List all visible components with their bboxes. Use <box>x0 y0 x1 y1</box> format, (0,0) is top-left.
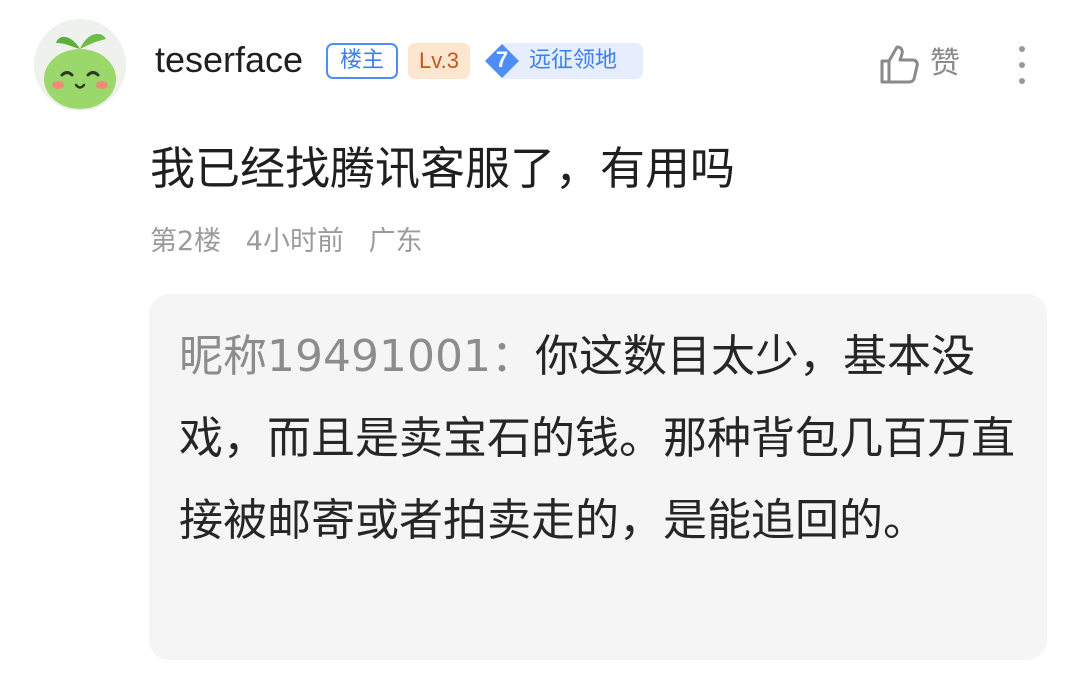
more-options-button[interactable] <box>1004 40 1040 90</box>
post-time: 4小时前 <box>245 226 344 257</box>
like-button[interactable]: 赞 <box>878 38 978 90</box>
vertical-ellipsis-icon <box>1019 78 1025 84</box>
username[interactable]: teserface <box>155 38 303 82</box>
reply-content: 我已经找腾讯客服了，有用吗 <box>150 142 736 195</box>
quoted-reply[interactable]: 昵称19491001：你这数目太少，基本没戏，而且是卖宝石的钱。那种背包几百万直… <box>149 294 1047 660</box>
avatar-image <box>44 33 116 109</box>
ip-location: 广东 <box>368 226 423 257</box>
thumbs-up-icon <box>880 45 919 84</box>
guild-name: 远征领地 <box>529 48 618 73</box>
guild-badge[interactable]: 7 远征领地 <box>481 42 643 80</box>
owner-badge: 楼主 <box>326 43 398 79</box>
guild-level-number: 7 <box>495 47 509 72</box>
avatar[interactable] <box>34 19 126 111</box>
floor-number: 第2楼 <box>150 226 222 257</box>
vertical-ellipsis-icon <box>1019 62 1025 68</box>
level-badge: Lv.3 <box>408 43 470 79</box>
quoted-reply-body: 昵称19491001：你这数目太少，基本没戏，而且是卖宝石的钱。那种背包几百万直… <box>179 316 1019 562</box>
vertical-ellipsis-icon <box>1019 46 1025 52</box>
quoted-reply-author[interactable]: 昵称19491001： <box>179 331 535 382</box>
reply-meta: 第2楼 4小时前 广东 <box>150 222 439 262</box>
like-label: 赞 <box>930 46 960 81</box>
